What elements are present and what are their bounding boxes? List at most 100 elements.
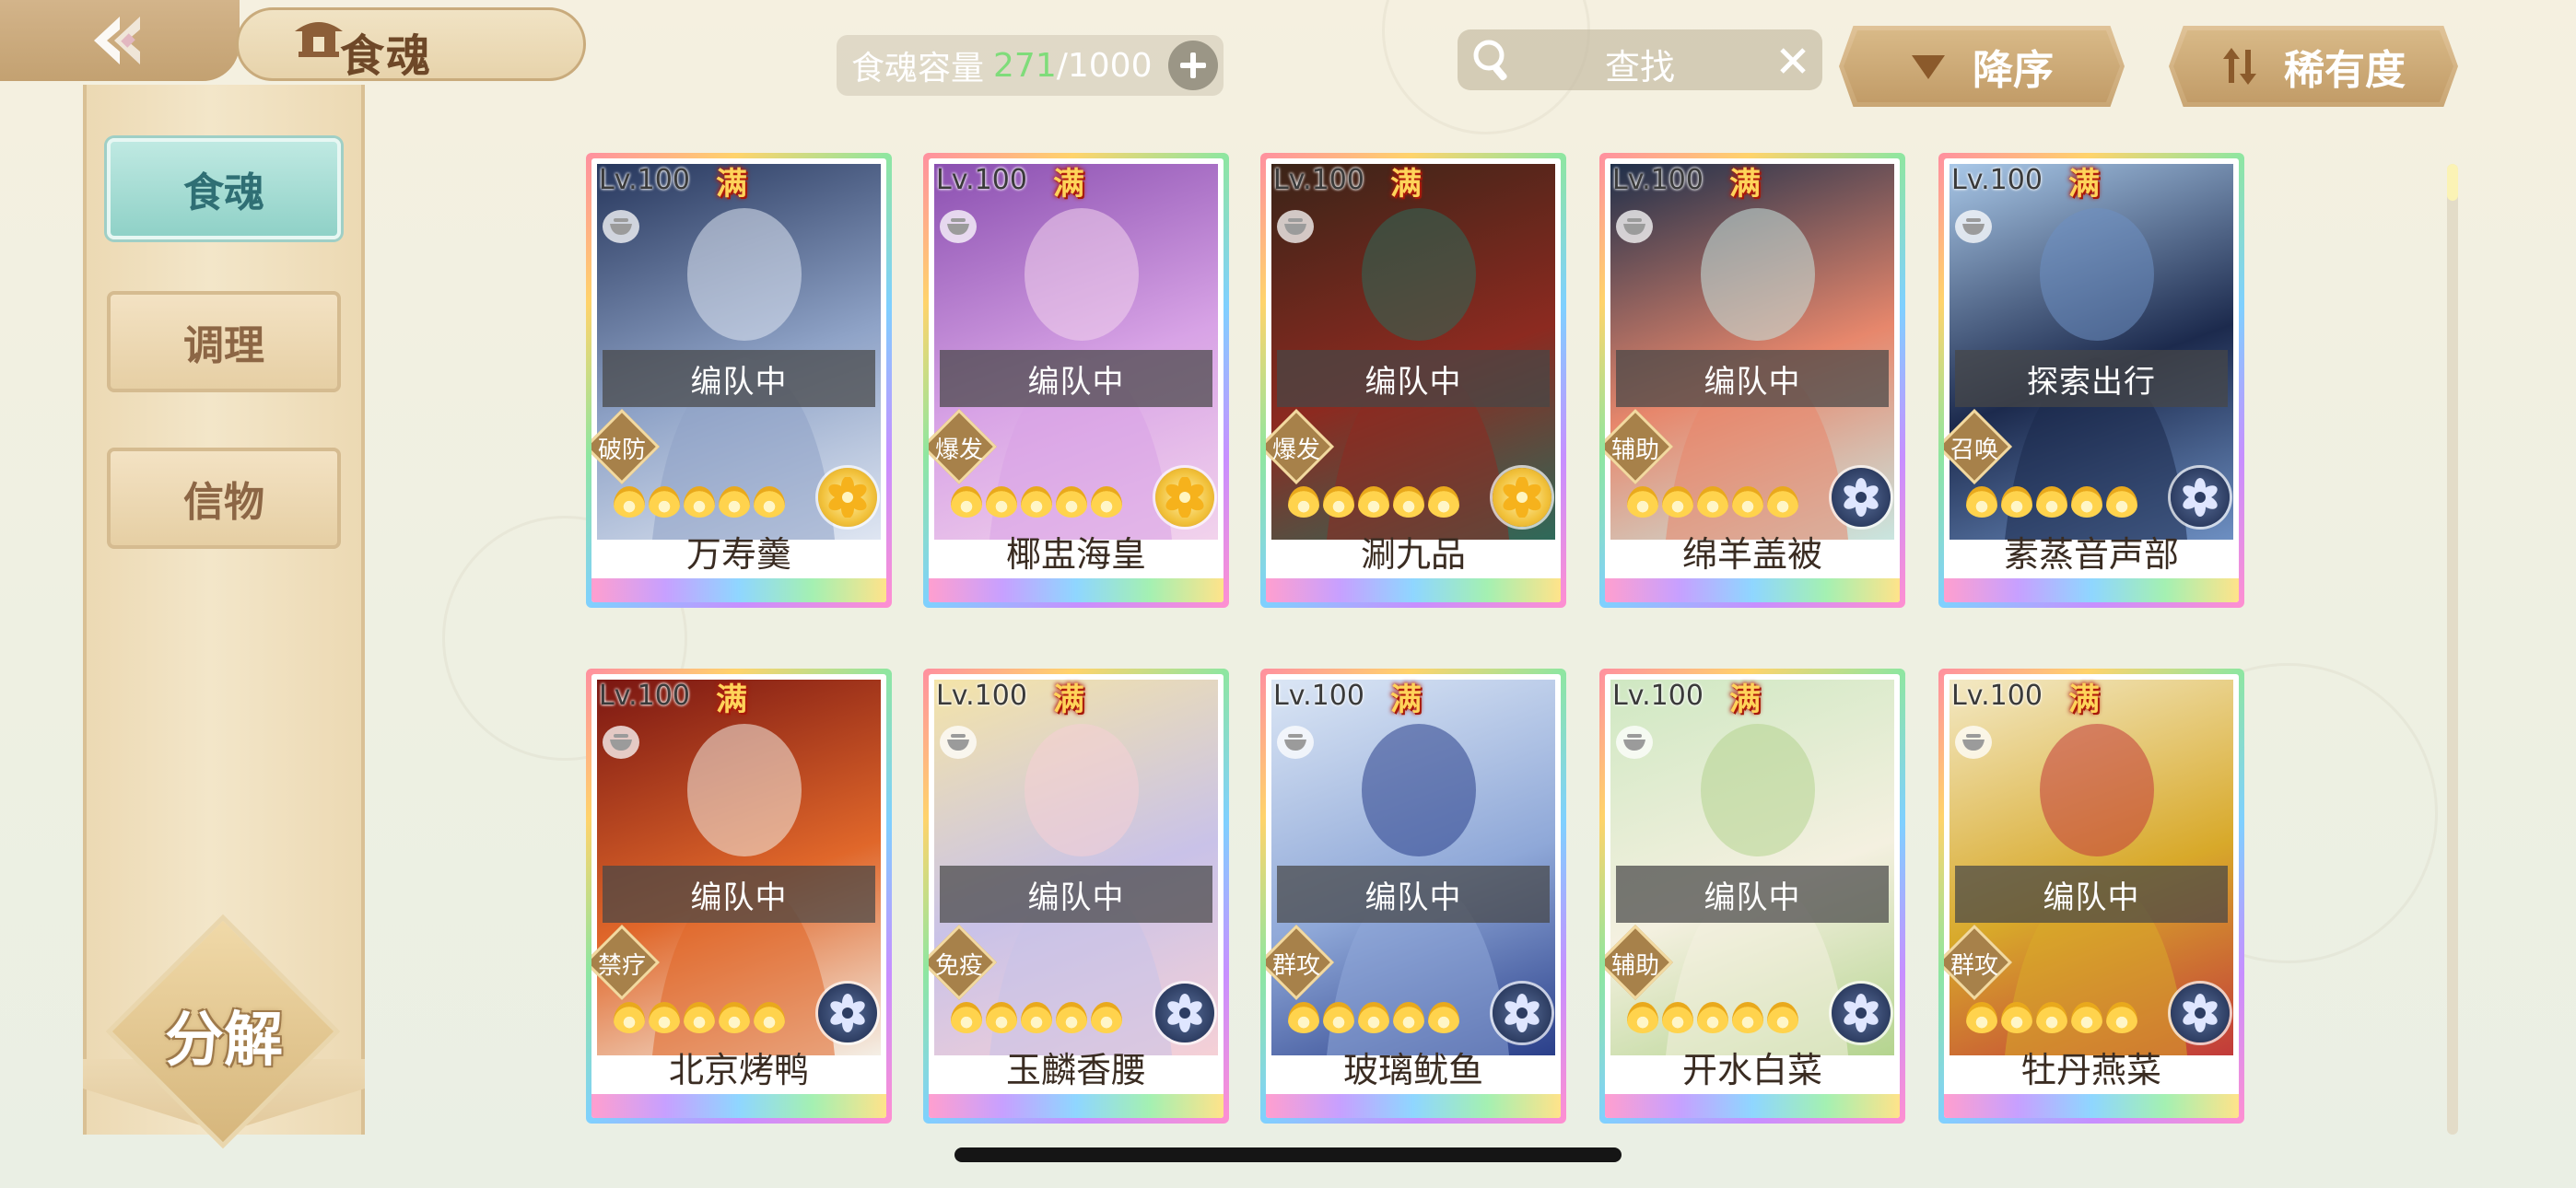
capacity-counter: 食魂容量 271 / 1000 — [837, 35, 1224, 96]
star-drop-icon — [614, 486, 645, 518]
level-label: Lv.100 — [599, 680, 690, 712]
food-soul-card[interactable]: Lv.100 满 编队中 免疫 玉麟香腰 — [923, 669, 1229, 1124]
star-drop-icon — [1627, 1002, 1658, 1033]
role-label: 辅助 — [1610, 952, 1659, 980]
star-drop-icon — [1091, 1002, 1122, 1033]
star-drop-icon — [1767, 1002, 1798, 1033]
food-soul-card[interactable]: Lv.100 满 编队中 群攻 牡丹燕菜 — [1938, 669, 2244, 1124]
role-label: 群攻 — [1950, 952, 1998, 980]
back-button[interactable] — [0, 0, 240, 81]
star-drop-icon — [951, 1002, 982, 1033]
card-body: Lv.100 满 探索出行 召唤 素蒸音声部 — [1944, 158, 2239, 602]
status-banner: 编队中 — [1616, 350, 1889, 407]
star-drop-icon — [1323, 486, 1354, 518]
status-banner: 编队中 — [1277, 350, 1550, 407]
card-body: Lv.100 满 编队中 爆发 椰盅海皇 — [929, 158, 1224, 602]
food-soul-card[interactable]: Lv.100 满 编队中 爆发 涮九品 — [1260, 153, 1566, 608]
level-label: Lv.100 — [1951, 164, 2043, 196]
rarity-strip — [1266, 578, 1561, 602]
rarity-strip — [1605, 578, 1900, 602]
bowl-icon — [1277, 210, 1314, 243]
bowl-icon — [1616, 726, 1653, 759]
food-soul-card[interactable]: Lv.100 满 编队中 禁疗 北京烤鸭 — [586, 669, 892, 1124]
status-banner: 编队中 — [1616, 866, 1889, 923]
food-soul-name: 绵羊盖被 — [1681, 534, 1822, 575]
tab-food-souls[interactable]: 食魂 — [107, 138, 341, 239]
food-soul-card[interactable]: Lv.100 满 编队中 辅助 开水白菜 — [1599, 669, 1905, 1124]
back-arrow-icon — [94, 17, 140, 64]
star-drop-icon — [2106, 1002, 2137, 1033]
star-drop-icon — [1323, 1002, 1354, 1033]
max-level-badge: 满 — [2068, 681, 2100, 718]
max-level-badge: 满 — [1729, 681, 1761, 718]
home-indicator[interactable] — [954, 1147, 1622, 1162]
max-level-badge: 满 — [1390, 681, 1422, 718]
star-drop-icon — [2036, 486, 2067, 518]
rarity-strip — [1944, 578, 2239, 602]
max-level-badge: 满 — [2068, 165, 2100, 203]
clear-icon[interactable] — [1778, 46, 1808, 76]
triangle-down-icon — [1910, 52, 1947, 81]
star-drop-icon — [754, 1002, 785, 1033]
star-drop-icon — [1393, 486, 1424, 518]
level-label: Lv.100 — [1273, 680, 1364, 712]
star-drop-icon — [614, 1002, 645, 1033]
food-soul-card[interactable]: Lv.100 满 探索出行 召唤 素蒸音声部 — [1938, 153, 2244, 608]
tab-tokens[interactable]: 信物 — [107, 448, 341, 549]
card-body: Lv.100 满 编队中 群攻 玻璃鱿鱼 — [1266, 674, 1561, 1118]
max-level-badge: 满 — [1053, 165, 1084, 203]
food-soul-name: 玻璃鱿鱼 — [1342, 1050, 1483, 1090]
role-label: 禁疗 — [597, 952, 646, 980]
food-soul-card[interactable]: Lv.100 满 编队中 辅助 绵羊盖被 — [1599, 153, 1905, 608]
status-banner: 编队中 — [603, 866, 875, 923]
add-capacity-button[interactable] — [1168, 41, 1218, 90]
rarity-flower-icon — [1493, 468, 1551, 527]
star-drop-icon — [1662, 486, 1693, 518]
sort-rarity-button[interactable]: 稀有度 — [2169, 26, 2458, 107]
star-drop-icon — [2001, 486, 2032, 518]
card-body: Lv.100 满 编队中 破防 万寿羹 — [591, 158, 886, 602]
star-drop-icon — [1732, 1002, 1763, 1033]
level-label: Lv.100 — [1273, 164, 1364, 196]
food-soul-card[interactable]: Lv.100 满 编队中 群攻 玻璃鱿鱼 — [1260, 669, 1566, 1124]
max-level-badge: 满 — [716, 165, 747, 203]
rarity-flower-icon — [1832, 468, 1891, 527]
rarity-strip — [929, 578, 1224, 602]
sort-order-button[interactable]: 降序 — [1839, 26, 2125, 107]
star-rating — [614, 1002, 785, 1033]
star-drop-icon — [1288, 486, 1319, 518]
search-box[interactable]: 查找 — [1458, 29, 1822, 90]
max-level-badge: 满 — [1729, 165, 1761, 203]
capacity-used: 271 — [993, 46, 1057, 85]
food-soul-name: 万寿羹 — [685, 534, 791, 575]
scrollbar-thumb[interactable] — [2447, 164, 2458, 201]
card-body: Lv.100 满 编队中 禁疗 北京烤鸭 — [591, 674, 886, 1118]
status-banner: 编队中 — [603, 350, 875, 407]
food-soul-name: 开水白菜 — [1681, 1050, 1822, 1090]
food-soul-card[interactable]: Lv.100 满 编队中 破防 万寿羹 — [586, 153, 892, 608]
star-drop-icon — [1627, 486, 1658, 518]
food-soul-name: 玉麟香腰 — [1005, 1050, 1146, 1090]
tab-label: 调理 — [183, 322, 264, 369]
decompose-label: 分解 — [165, 1006, 283, 1075]
scrollbar[interactable] — [2447, 164, 2458, 1135]
star-drop-icon — [719, 1002, 750, 1033]
food-soul-name: 北京烤鸭 — [668, 1050, 809, 1090]
star-drop-icon — [1021, 1002, 1052, 1033]
star-drop-icon — [1697, 1002, 1728, 1033]
pavilion-icon[interactable] — [291, 11, 346, 66]
star-rating — [614, 486, 785, 518]
swap-arrows-icon — [2221, 46, 2258, 87]
star-drop-icon — [649, 486, 680, 518]
food-soul-card[interactable]: Lv.100 满 编队中 爆发 椰盅海皇 — [923, 153, 1229, 608]
title-pill: 食魂 — [236, 7, 586, 82]
star-drop-icon — [2036, 1002, 2067, 1033]
level-label: Lv.100 — [599, 164, 690, 196]
max-level-badge: 满 — [1053, 681, 1084, 718]
tab-conditioning[interactable]: 调理 — [107, 291, 341, 392]
capacity-total: 1000 — [1067, 46, 1153, 85]
role-label: 爆发 — [1271, 437, 1320, 464]
tab-label: 食魂 — [183, 169, 264, 216]
status-banner: 编队中 — [940, 350, 1212, 407]
rarity-strip — [1605, 1094, 1900, 1118]
